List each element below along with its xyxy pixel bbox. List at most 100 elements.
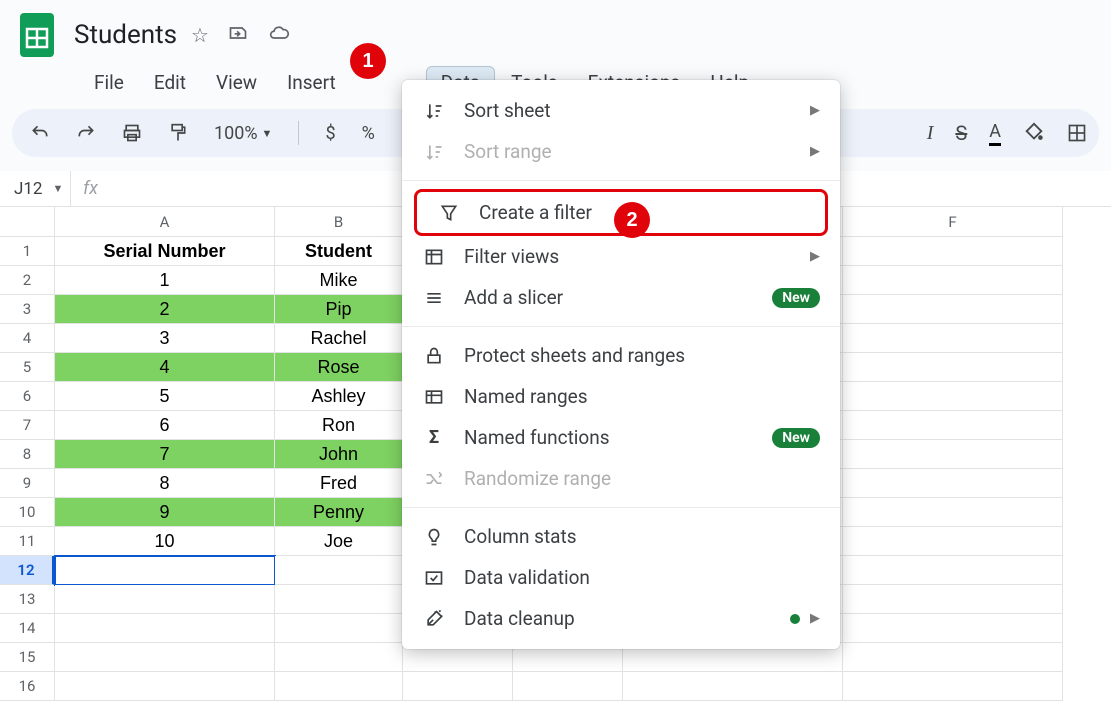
cell[interactable]: Serial Number	[55, 237, 275, 266]
cell[interactable]: 9	[55, 498, 275, 527]
fill-color-button[interactable]	[1023, 122, 1045, 144]
row-head[interactable]: 16	[0, 672, 55, 701]
cell[interactable]: Rachel	[275, 324, 403, 353]
cell[interactable]: 5	[55, 382, 275, 411]
cell[interactable]: 4	[55, 353, 275, 382]
strike-button[interactable]: S	[955, 121, 967, 145]
row-head[interactable]: 5	[0, 353, 55, 382]
cloud-status-icon[interactable]	[267, 23, 291, 47]
cell[interactable]	[843, 382, 1063, 411]
print-button[interactable]	[122, 123, 142, 143]
cell[interactable]	[843, 266, 1063, 295]
move-icon[interactable]	[227, 23, 249, 47]
cell[interactable]: Joe	[275, 527, 403, 556]
row-head[interactable]: 7	[0, 411, 55, 440]
row-head[interactable]: 4	[0, 324, 55, 353]
cell[interactable]	[55, 556, 275, 585]
cell[interactable]: 6	[55, 411, 275, 440]
redo-button[interactable]	[76, 123, 96, 143]
cell[interactable]	[843, 237, 1063, 266]
menu-column-stats[interactable]: Column stats	[402, 516, 840, 557]
cell[interactable]	[843, 295, 1063, 324]
cell[interactable]: Rose	[275, 353, 403, 382]
cell[interactable]: 8	[55, 469, 275, 498]
cell[interactable]	[843, 469, 1063, 498]
cell[interactable]: 1	[55, 266, 275, 295]
cell[interactable]: Mike	[275, 266, 403, 295]
row-head[interactable]: 2	[0, 266, 55, 295]
cell[interactable]	[55, 585, 275, 614]
row-head[interactable]: 10	[0, 498, 55, 527]
cell[interactable]	[275, 585, 403, 614]
menu-sort-sheet[interactable]: Sort sheet ▶	[402, 90, 840, 131]
row-head[interactable]: 1	[0, 237, 55, 266]
cell[interactable]	[843, 440, 1063, 469]
star-icon[interactable]: ☆	[191, 23, 209, 47]
cell[interactable]	[513, 672, 623, 701]
cell[interactable]: Penny	[275, 498, 403, 527]
paint-format-button[interactable]	[168, 122, 188, 144]
zoom-select[interactable]: 100% ▼	[214, 123, 272, 144]
cell[interactable]: Ashley	[275, 382, 403, 411]
cell[interactable]: Student	[275, 237, 403, 266]
cell[interactable]	[275, 643, 403, 672]
cell[interactable]: 2	[55, 295, 275, 324]
cell[interactable]	[275, 614, 403, 643]
menu-named-functions[interactable]: Σ Named functions New	[402, 417, 840, 458]
cell[interactable]	[843, 614, 1063, 643]
undo-button[interactable]	[30, 123, 50, 143]
cell[interactable]: Pip	[275, 295, 403, 324]
cell[interactable]	[623, 672, 843, 701]
italic-button[interactable]: I	[927, 122, 934, 145]
menu-protect-sheets[interactable]: Protect sheets and ranges	[402, 335, 840, 376]
cell[interactable]	[843, 353, 1063, 382]
row-head[interactable]: 13	[0, 585, 55, 614]
cell[interactable]: Ron	[275, 411, 403, 440]
menu-filter-views[interactable]: Filter views ▶	[402, 236, 840, 277]
cell[interactable]	[843, 585, 1063, 614]
cell[interactable]: 3	[55, 324, 275, 353]
col-head-A[interactable]: A	[55, 207, 275, 237]
cell[interactable]	[275, 672, 403, 701]
select-all-corner[interactable]	[0, 207, 55, 237]
row-head[interactable]: 15	[0, 643, 55, 672]
sheets-logo[interactable]	[16, 8, 58, 62]
cell[interactable]	[843, 498, 1063, 527]
cell[interactable]	[843, 411, 1063, 440]
cell[interactable]	[55, 643, 275, 672]
name-box[interactable]: J12▼	[0, 179, 70, 199]
menu-data-validation[interactable]: Data validation	[402, 557, 840, 598]
cell[interactable]	[275, 556, 403, 585]
menu-file[interactable]: File	[80, 67, 138, 98]
cell[interactable]	[55, 614, 275, 643]
cell[interactable]	[843, 672, 1063, 701]
cell[interactable]	[843, 556, 1063, 585]
cell[interactable]	[843, 527, 1063, 556]
cell[interactable]: 7	[55, 440, 275, 469]
menu-named-ranges[interactable]: Named ranges	[402, 376, 840, 417]
cell[interactable]	[843, 643, 1063, 672]
row-head[interactable]: 8	[0, 440, 55, 469]
currency-button[interactable]: $	[325, 123, 335, 144]
cell[interactable]: Fred	[275, 469, 403, 498]
cell[interactable]	[403, 672, 513, 701]
menu-view[interactable]: View	[202, 67, 271, 98]
row-head[interactable]: 11	[0, 527, 55, 556]
row-head[interactable]: 6	[0, 382, 55, 411]
row-head[interactable]: 3	[0, 295, 55, 324]
cell[interactable]	[55, 672, 275, 701]
text-color-button[interactable]: A	[989, 121, 1001, 146]
percent-button[interactable]: %	[362, 123, 375, 144]
cell[interactable]	[843, 324, 1063, 353]
col-head-F[interactable]: F	[843, 207, 1063, 237]
menu-data-cleanup[interactable]: Data cleanup ▶	[402, 598, 840, 639]
menu-edit[interactable]: Edit	[140, 67, 200, 98]
row-head[interactable]: 12	[0, 556, 55, 585]
document-title[interactable]: Students	[68, 18, 183, 52]
row-head[interactable]: 9	[0, 469, 55, 498]
cell[interactable]: 10	[55, 527, 275, 556]
row-head[interactable]: 14	[0, 614, 55, 643]
menu-add-slicer[interactable]: Add a slicer New	[402, 277, 840, 318]
menu-insert[interactable]: Insert	[273, 67, 350, 98]
col-head-B[interactable]: B	[275, 207, 403, 237]
